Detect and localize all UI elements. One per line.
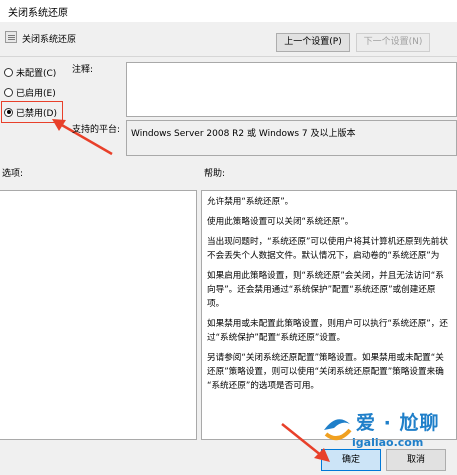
radio-not-configured[interactable]: 未配置(C) [4, 65, 56, 79]
help-paragraph: 如果禁用或未配置此策略设置，则用户可以执行“系统还原”，还 过“系统保护”配置“… [207, 319, 448, 343]
window-title: 关闭系统还原 [8, 8, 68, 19]
title-bar: 关闭系统还原 [0, 0, 457, 22]
supported-platform-field: Windows Server 2008 R2 或 Windows 7 及以上版本 [126, 120, 457, 156]
comment-label: 注释: [72, 65, 94, 75]
supported-platform-label: 支持的平台: [72, 125, 121, 135]
previous-setting-button[interactable]: 上一个设置(P) [276, 33, 350, 52]
watermark-text: 爱 · 尬聊 [356, 412, 440, 434]
annotation-arrow-icon [281, 423, 330, 462]
help-label: 帮助: [204, 169, 226, 179]
help-paragraph: 如果启用此策略设置，则“系统还原”会关闭，并且无法访问“系 向导”。还会禁用通过… [207, 271, 444, 309]
comment-textarea[interactable] [126, 62, 457, 117]
annotation-arrow-icon [52, 119, 113, 156]
watermark-url: igaliao.com [352, 436, 424, 449]
options-label: 选项: [2, 169, 24, 179]
help-paragraph: 允许禁用“系统还原”。 [207, 197, 294, 207]
radio-button[interactable] [4, 67, 13, 77]
header-divider [0, 56, 457, 57]
radio-label: 未配置(C) [16, 68, 57, 79]
help-paragraph: 另请参阅“关闭系统还原配置”策略设置。如果禁用或未配置“关 还原”策略设置，则可… [207, 353, 444, 391]
help-pane[interactable]: 允许禁用“系统还原”。 使用此策略设置可以关闭“系统还原”。 当出现问题时，“系… [201, 190, 457, 440]
cancel-button[interactable]: 取消 [386, 449, 446, 471]
help-paragraph: 使用此策略设置可以关闭“系统还原”。 [207, 217, 354, 227]
policy-setting-icon [5, 31, 17, 43]
radio-enabled[interactable]: 已启用(E) [4, 85, 56, 99]
policy-name: 关闭系统还原 [22, 35, 77, 45]
next-setting-button[interactable]: 下一个设置(N) [356, 33, 430, 52]
radio-label: 已启用(E) [16, 88, 56, 99]
help-paragraph: 当出现问题时，“系统还原”可以使用户将其计算机还原到先前状 不会丢失个人数据文件… [207, 237, 448, 261]
options-pane [0, 190, 197, 440]
radio-button[interactable] [4, 87, 13, 97]
